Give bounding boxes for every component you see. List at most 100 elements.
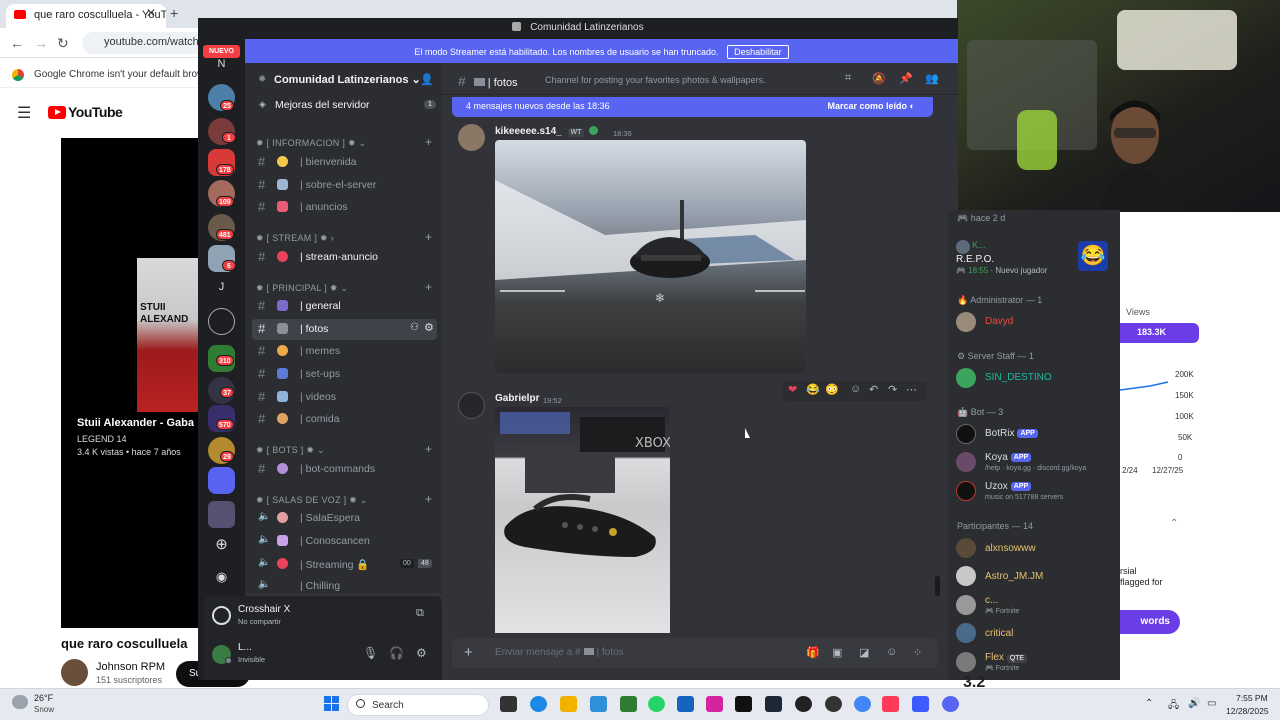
- laugh-reaction-icon[interactable]: 😂: [806, 383, 820, 396]
- emoji-icon[interactable]: ☺: [886, 646, 897, 658]
- battery-icon[interactable]: ▭: [1207, 698, 1216, 709]
- channel-bienvenida[interactable]: # | bienvenida: [252, 152, 437, 173]
- volume-icon[interactable]: 🔊: [1188, 698, 1200, 709]
- discord-icon[interactable]: [942, 696, 959, 712]
- instagram-icon[interactable]: [706, 696, 723, 712]
- obs-icon[interactable]: [795, 696, 812, 712]
- mail-icon[interactable]: [590, 696, 607, 712]
- chrome-icon[interactable]: [854, 696, 871, 712]
- member-name[interactable]: Davyd: [985, 316, 1013, 327]
- xbox-icon[interactable]: [620, 696, 637, 712]
- author-avatar[interactable]: [458, 124, 485, 151]
- message-input-placeholder[interactable]: Enviar mensaje a # | fotos: [495, 647, 624, 658]
- message-author[interactable]: kikeeeee.s14_ WT: [495, 126, 599, 137]
- channel-avatar[interactable]: [61, 659, 88, 686]
- youtube-logo-icon[interactable]: [48, 106, 66, 119]
- sticker-icon[interactable]: ◪: [859, 646, 869, 659]
- member-avatar[interactable]: [956, 452, 976, 472]
- bot-uzox[interactable]: Uzox APP: [985, 481, 1032, 492]
- reply-icon[interactable]: ↶: [869, 383, 878, 396]
- steam-icon[interactable]: [765, 696, 782, 712]
- channel-sobre-el-server[interactable]: # | sobre-el-server: [252, 175, 437, 196]
- channel-bot-commands[interactable]: # | bot-commands: [252, 459, 437, 480]
- app-icon[interactable]: [912, 696, 929, 712]
- headphones-icon[interactable]: 🎧: [389, 646, 404, 660]
- flushed-reaction-icon[interactable]: 😳: [825, 383, 839, 396]
- words-button[interactable]: words: [1120, 610, 1180, 634]
- add-channel-icon[interactable]: +: [425, 492, 432, 506]
- add-channel-icon[interactable]: +: [425, 230, 432, 244]
- new-messages-bar[interactable]: 4 mensajes nuevos desde las 18:36 Marcar…: [452, 97, 933, 117]
- close-icon[interactable]: ✕: [146, 6, 156, 20]
- whatsapp-icon[interactable]: [648, 696, 665, 712]
- new-tab-icon[interactable]: +: [170, 5, 178, 21]
- pin-icon[interactable]: 📌: [899, 72, 913, 85]
- disable-streamer-button[interactable]: Deshabilitar: [727, 45, 789, 59]
- category-bots[interactable]: ✹ [ BOTS ] ✹ ⌄: [256, 445, 325, 456]
- boost-item[interactable]: ◈ Mejoras del servidor 1: [252, 95, 437, 116]
- task-view-icon[interactable]: [500, 696, 517, 712]
- member-name[interactable]: alxnsowww: [985, 543, 1036, 554]
- add-channel-icon[interactable]: +: [425, 280, 432, 294]
- member-name[interactable]: c...: [985, 595, 998, 606]
- file-explorer-icon[interactable]: [560, 696, 577, 712]
- weather-icon[interactable]: [12, 695, 28, 709]
- browser-tab[interactable]: que raro cosculluela - YouTube: [6, 4, 166, 28]
- server-name-header[interactable]: Comunidad Latinzerianos ⌄: [258, 73, 421, 86]
- channel-fotos[interactable]: # | fotos ⚇ ⚙: [252, 319, 437, 340]
- channel-topic[interactable]: Channel for posting your favorites photo…: [545, 75, 766, 85]
- member-avatar[interactable]: [956, 623, 976, 643]
- member-flex[interactable]: Flex QTE: [985, 652, 1028, 663]
- author-avatar[interactable]: [458, 392, 485, 419]
- member-name[interactable]: critical: [985, 628, 1013, 639]
- chevron-up-icon[interactable]: ⌃: [1170, 518, 1178, 529]
- gear-icon[interactable]: ⚙: [424, 321, 434, 334]
- forward-icon[interactable]: ↷: [888, 383, 897, 396]
- clock-date[interactable]: 12/28/2025: [1226, 706, 1269, 716]
- edge-icon[interactable]: [530, 696, 547, 712]
- voice-channel-salaespera[interactable]: 🔈 | SalaEspera: [252, 508, 437, 529]
- attachment-image-clog[interactable]: XBOX: [495, 407, 670, 633]
- member-avatar[interactable]: [956, 566, 976, 586]
- settings-gear-icon[interactable]: ⚙: [416, 646, 427, 660]
- add-server-icon[interactable]: ⊕: [208, 531, 235, 558]
- server-j[interactable]: J: [208, 274, 235, 301]
- member-avatar[interactable]: [956, 481, 976, 501]
- heart-reaction-icon[interactable]: ❤: [788, 383, 797, 396]
- attachment-image-car[interactable]: ❄: [495, 140, 806, 373]
- tiktok-live-icon[interactable]: [882, 696, 899, 712]
- chat-scrollbar[interactable]: [935, 576, 940, 596]
- user-name[interactable]: L...: [238, 642, 252, 653]
- bot-botrix[interactable]: BotRix APP: [985, 428, 1038, 439]
- mute-bell-icon[interactable]: 🔕: [872, 72, 886, 85]
- reload-icon[interactable]: ↻: [57, 35, 69, 52]
- channel-anuncios[interactable]: # | anuncios: [252, 197, 437, 218]
- channel-comida[interactable]: # | comida: [252, 409, 437, 430]
- threads-icon[interactable]: ⌗: [845, 72, 851, 85]
- add-reaction-icon[interactable]: ☺: [850, 383, 861, 395]
- member-avatar[interactable]: [956, 652, 976, 672]
- member-avatar[interactable]: [956, 368, 976, 388]
- microphone-icon[interactable]: 🎙: [363, 646, 378, 660]
- store-icon[interactable]: [677, 696, 694, 712]
- voice-channel-streaming[interactable]: 🔈 | Streaming 🔒 00 48: [252, 554, 437, 575]
- message-author[interactable]: Gabrielpr: [495, 393, 539, 404]
- tiktok-icon[interactable]: [735, 696, 752, 712]
- forward-icon[interactable]: →: [34, 35, 48, 51]
- weather-temp[interactable]: 26°F: [34, 693, 53, 703]
- member-list-icon[interactable]: 👥: [925, 72, 939, 85]
- category-voz[interactable]: ✹ [ SALAS DE VOZ ] ✹ ⌄: [256, 495, 368, 506]
- member-name[interactable]: Astro_JM.JM: [985, 571, 1043, 582]
- screen-share-icon[interactable]: ⧉: [416, 607, 424, 620]
- overlay-video-title[interactable]: Stuii Alexander - Gaba: [77, 417, 194, 429]
- category-principal[interactable]: ✹ [ PRINCIPAL ] ✹ ⌄: [256, 283, 348, 294]
- member-avatar[interactable]: [956, 424, 976, 444]
- latinzer-server-icon[interactable]: [208, 308, 235, 335]
- taskbar-search[interactable]: Search: [347, 694, 489, 716]
- channel-memes[interactable]: # | memes: [252, 341, 437, 362]
- network-icon[interactable]: 🖧: [1168, 698, 1179, 715]
- channel-stream-anuncio[interactable]: # | stream-anuncio: [252, 247, 437, 268]
- server-n[interactable]: N: [208, 51, 235, 78]
- channel-general[interactable]: # | general: [252, 296, 437, 317]
- mark-read-button[interactable]: Marcar como leído ◐: [828, 101, 915, 111]
